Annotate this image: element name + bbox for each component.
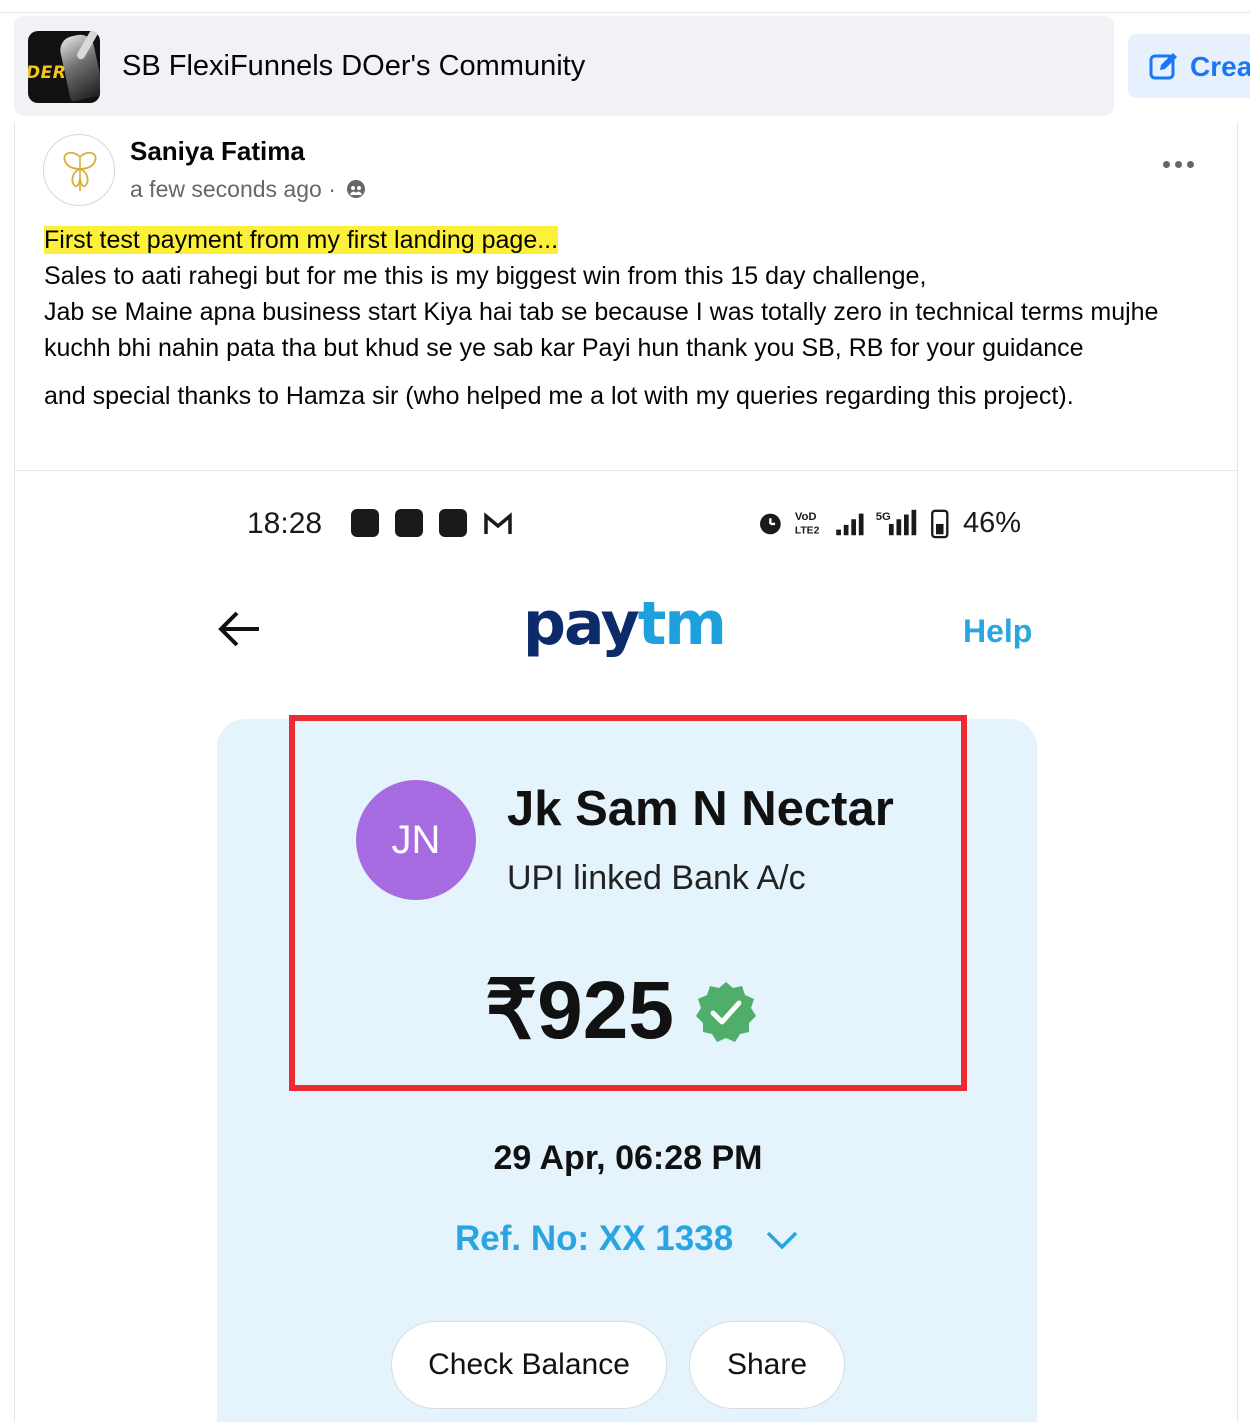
author-avatar[interactable]	[43, 134, 115, 206]
app-notification-icon	[351, 509, 379, 537]
meta-separator: ·	[328, 176, 336, 202]
butterfly-logo-icon	[63, 151, 97, 191]
more-dot	[1175, 161, 1182, 168]
post-meta: a few seconds ago ·	[130, 176, 366, 203]
edit-icon	[1149, 53, 1177, 80]
more-dot	[1187, 161, 1194, 168]
payee-avatar: JN	[356, 780, 476, 900]
verified-check-icon	[696, 982, 756, 1042]
paytm-logo: paytm	[523, 589, 727, 659]
svg-text:5G: 5G	[876, 511, 891, 523]
create-post-button[interactable]: Crea	[1128, 34, 1250, 98]
status-time: 18:28	[247, 507, 323, 540]
more-dot	[1163, 161, 1170, 168]
group-audience-icon	[347, 180, 366, 198]
group-logo-text: DER	[28, 63, 67, 83]
payee-name: Jk Sam N Nectar	[507, 782, 894, 836]
post-timestamp[interactable]: a few seconds ago	[130, 176, 322, 202]
reference-number[interactable]: Ref. No: XX 1338	[455, 1219, 733, 1259]
group-header[interactable]: DER SB FlexiFunnels DOer's Community	[14, 16, 1114, 116]
battery-percent: 46%	[963, 507, 1022, 539]
post-line: Sales to aati rahegi but for me this is …	[44, 262, 927, 290]
top-divider	[0, 12, 1250, 13]
svg-text:LTE2: LTE2	[795, 525, 820, 536]
chevron-down-icon[interactable]	[765, 1225, 799, 1253]
post-card: Saniya Fatima a few seconds ago · First …	[14, 122, 1238, 1422]
check-balance-button[interactable]: Check Balance	[391, 1321, 667, 1409]
share-button[interactable]: Share	[689, 1321, 845, 1409]
more-options-button[interactable]	[1159, 152, 1199, 176]
app-notification-icon	[395, 509, 423, 537]
create-post-label: Crea	[1190, 51, 1250, 82]
highlighted-text: First test payment from my first landing…	[44, 226, 559, 254]
post-body: First test payment from my first landing…	[44, 222, 1224, 414]
svg-text:VoD: VoD	[795, 511, 817, 523]
help-link[interactable]: Help	[963, 613, 1032, 650]
group-logo[interactable]: DER	[28, 31, 100, 103]
status-bar-icons: VoD LTE2 5G	[760, 509, 949, 539]
post-line: and special thanks to Hamza sir (who hel…	[44, 382, 1074, 410]
back-arrow-icon[interactable]	[215, 609, 261, 649]
paytm-logo-tm: tm	[637, 589, 727, 659]
grid-app-icon	[439, 509, 467, 537]
paytm-logo-pay: pay	[523, 589, 640, 659]
payment-datetime: 29 Apr, 06:28 PM	[493, 1139, 763, 1177]
payment-amount: ₹925	[485, 965, 674, 1056]
author-name[interactable]: Saniya Fatima	[130, 136, 305, 167]
attached-screenshot[interactable]: 18:28 VoD LTE2 5G 46% paytm Help JN Jk S…	[15, 471, 1237, 1422]
post-line: Jab se Maine apna business start Kiya ha…	[44, 298, 1159, 362]
account-type: UPI linked Bank A/c	[507, 859, 806, 897]
gmail-icon	[484, 512, 512, 534]
group-name[interactable]: SB FlexiFunnels DOer's Community	[122, 50, 585, 83]
